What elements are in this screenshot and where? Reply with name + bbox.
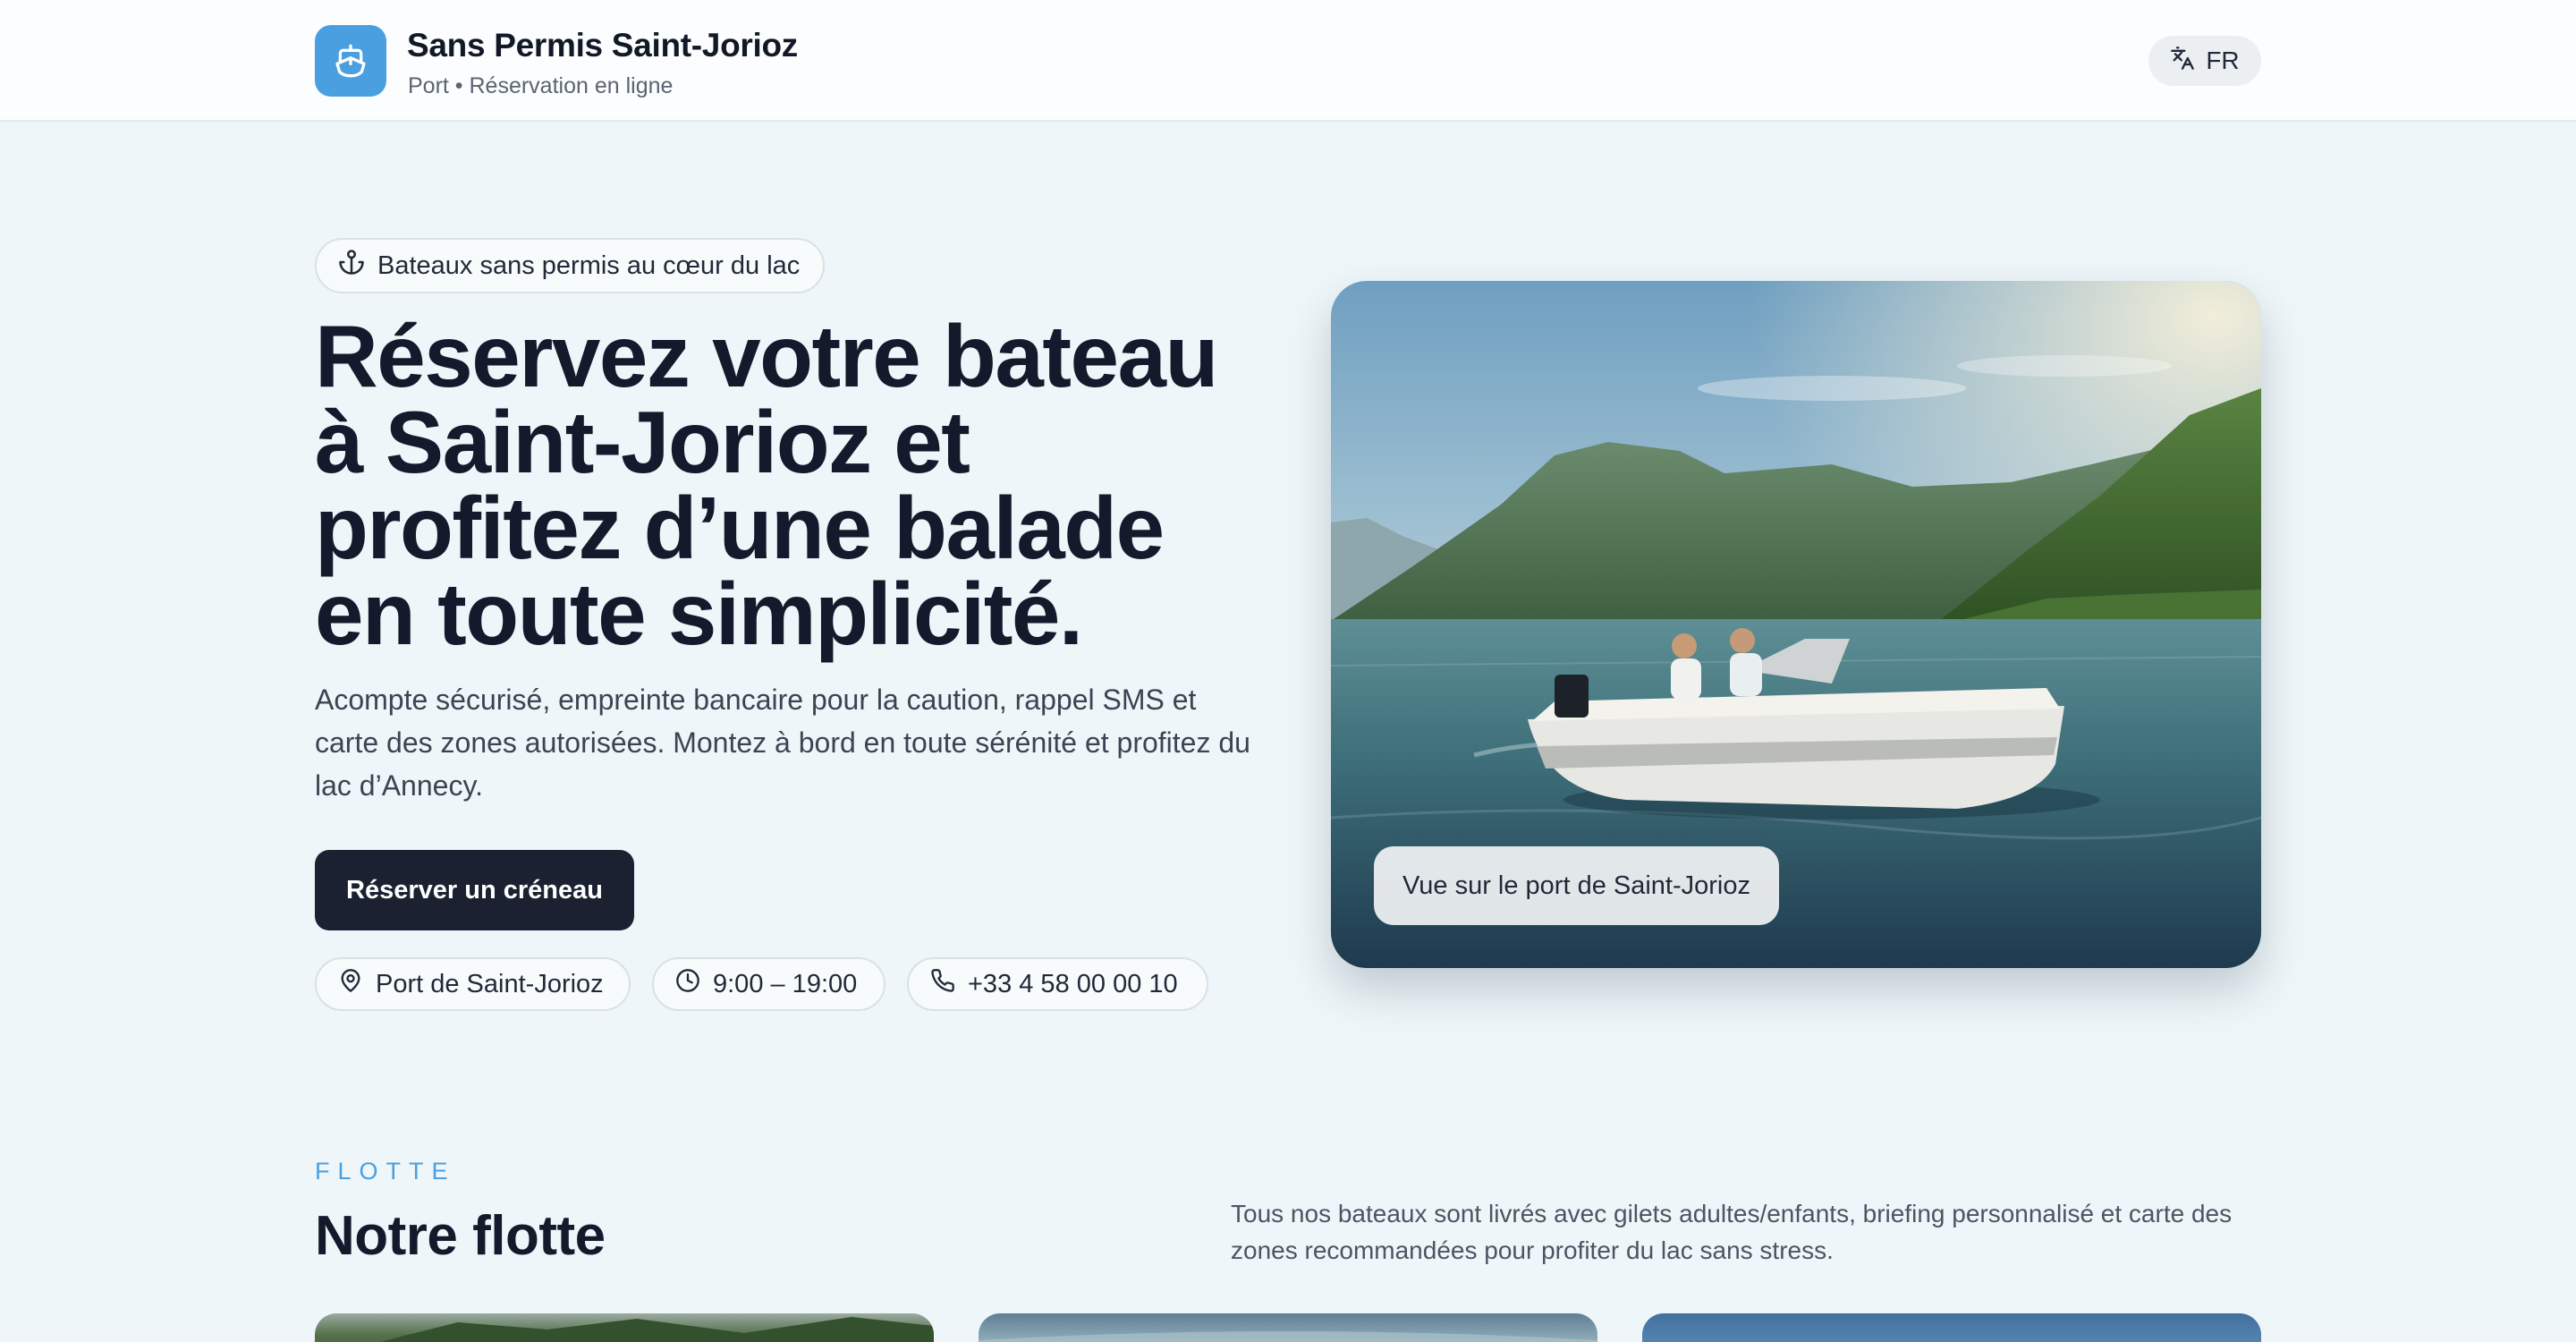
anchor-icon bbox=[338, 249, 365, 283]
phone-label: +33 4 58 00 00 10 bbox=[968, 969, 1178, 998]
hero-badge: Bateaux sans permis au cœur du lac bbox=[315, 238, 826, 293]
fleet-description: Tous nos bateaux sont livrés avec gilets… bbox=[1231, 1200, 2233, 1264]
hours-label: 9:00 – 19:00 bbox=[713, 969, 858, 998]
hero-image: Vue sur le port de Saint-Jorioz bbox=[1331, 281, 2261, 968]
fleet-eyebrow: FLOTTE bbox=[315, 1158, 456, 1185]
book-slot-button[interactable]: Réserver un créneau bbox=[315, 850, 634, 930]
fleet-card-image bbox=[1642, 1313, 2261, 1342]
location-label: Port de Saint-Jorioz bbox=[376, 969, 604, 998]
language-switcher-button[interactable]: FR bbox=[2148, 36, 2261, 86]
clock-icon bbox=[675, 968, 700, 1000]
fleet-title: Notre flotte bbox=[315, 1205, 606, 1267]
translate-icon bbox=[2170, 46, 2195, 77]
hero-badge-label: Bateaux sans permis au cœur du lac bbox=[377, 251, 801, 280]
location-pill[interactable]: Port de Saint-Jorioz bbox=[315, 957, 631, 1011]
boat-icon[interactable] bbox=[315, 25, 386, 97]
fleet-card[interactable] bbox=[315, 1313, 934, 1342]
fleet-card-image bbox=[979, 1331, 1597, 1342]
fleet-card[interactable] bbox=[1642, 1313, 2261, 1342]
brand-title[interactable]: Sans Permis Saint-Jorioz bbox=[407, 27, 798, 64]
hero-title: Réservez votre bateau à Saint-Jorioz et … bbox=[315, 307, 1218, 663]
brand-subtitle: Port • Réservation en ligne bbox=[408, 73, 674, 98]
fleet-card-image bbox=[381, 1317, 934, 1342]
site-header: Sans Permis Saint-Jorioz Port • Réservat… bbox=[0, 0, 2576, 122]
phone-pill[interactable]: +33 4 58 00 00 10 bbox=[907, 957, 1208, 1011]
image-caption: Vue sur le port de Saint-Jorioz bbox=[1374, 846, 1780, 925]
hours-pill: 9:00 – 19:00 bbox=[652, 957, 886, 1011]
language-label: FR bbox=[2206, 47, 2240, 74]
fleet-card[interactable] bbox=[979, 1313, 1597, 1342]
phone-icon bbox=[930, 968, 955, 1000]
hero-description: Acompte sécurisé, empreinte bancaire pou… bbox=[315, 684, 1250, 802]
map-pin-icon bbox=[338, 968, 363, 1000]
